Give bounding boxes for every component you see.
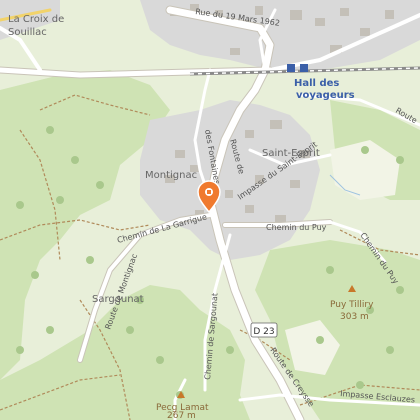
map-canvas: D 23 Rue du 19 Mars 1962 Route de des Fo… [0,0,420,420]
place-label-saint-esprit: Saint-Esprit [262,148,320,159]
peak-name-puy-tilliry: Puy Tilliry [330,300,374,310]
station-label-line1: Hall des [294,78,339,89]
map-view[interactable]: D 23 Rue du 19 Mars 1962 Route de des Fo… [0,0,420,420]
place-label-sargounat: Sargounat [92,294,144,305]
peak-elevation-puy-tilliry: 303 m [340,312,369,322]
road-label-chemin-puy: Chemin du Puy [266,223,327,232]
place-label-la-croix: La Croix de [8,14,64,25]
place-label-souillac: Souillac [8,27,47,38]
station-label-line2: voyageurs [296,90,355,101]
peak-elevation-pecg-lamat: 267 m [167,411,196,420]
road-shield-d23: D 23 [250,322,278,338]
place-label-montignac: Montignac [145,170,197,181]
d23-label: D 23 [253,327,274,337]
